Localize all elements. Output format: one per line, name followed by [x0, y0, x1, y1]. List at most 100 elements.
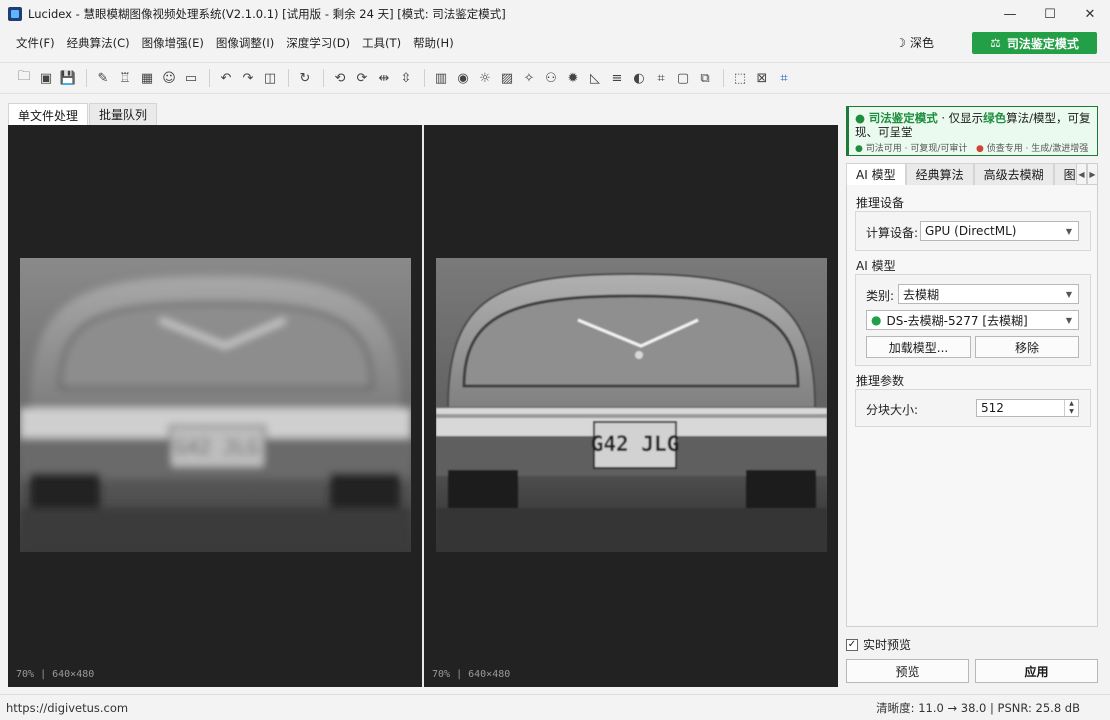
levels-icon[interactable]: ◺: [585, 68, 605, 88]
tab-ai-model[interactable]: AI 模型: [846, 163, 906, 185]
realtime-preview-checkbox[interactable]: ✓: [846, 638, 858, 651]
magic-wand-icon[interactable]: ✎: [93, 68, 113, 88]
toolbar-divider: [424, 69, 425, 87]
contrast-icon[interactable]: ◐: [629, 68, 649, 88]
red-dot-icon: ●: [975, 144, 984, 154]
window-title: Lucidex - 慧眼模糊图像视频处理系统(V2.1.0.1) [试用版 - …: [28, 7, 506, 21]
chevron-down-icon: ▼: [1065, 316, 1072, 325]
realtime-preview-label: 实时预览: [863, 638, 912, 652]
tab-scroll-right-icon[interactable]: ▶: [1087, 163, 1098, 185]
forensic-mode-button[interactable]: ⚖ 司法鉴定模式: [972, 32, 1097, 54]
crop-apply-icon[interactable]: ⌗: [774, 68, 794, 88]
face-icon[interactable]: ☺: [159, 68, 179, 88]
image-icon[interactable]: ▨: [497, 68, 517, 88]
open-folder-icon[interactable]: 🗀: [14, 68, 34, 88]
compute-device-select[interactable]: GPU (DirectML) ▼: [920, 221, 1079, 241]
menu-tools[interactable]: 工具(T): [356, 35, 407, 51]
tab-batch-queue[interactable]: 批量队列: [89, 103, 158, 125]
spinbox-arrows-icon[interactable]: ▲ ▼: [1064, 400, 1078, 416]
dark-theme-toggle[interactable]: ☽ 深色: [895, 34, 934, 51]
scales-icon: ⚖: [990, 36, 1001, 50]
color-wheel-icon[interactable]: ◉: [453, 68, 473, 88]
banner-mode-name: 司法鉴定模式: [868, 111, 938, 125]
trophy-icon[interactable]: ♖: [115, 68, 135, 88]
rotate-right-icon[interactable]: ⟳: [352, 68, 372, 88]
green-dot-icon: ●: [855, 111, 866, 125]
title-bar: Lucidex - 慧眼模糊图像视频处理系统(V2.1.0.1) [试用版 - …: [0, 0, 1110, 28]
blurred-car-svg: G42 JLG: [20, 258, 411, 552]
minimize-button[interactable]: —: [990, 0, 1030, 28]
compute-device-value: GPU (DirectML): [925, 224, 1017, 238]
clear-selection-icon[interactable]: ⊠: [752, 68, 772, 88]
maximize-button[interactable]: ☐: [1030, 0, 1070, 28]
preview-button[interactable]: 预览: [846, 659, 969, 683]
flip-vertical-icon[interactable]: ⇳: [396, 68, 416, 88]
left-tabs: 单文件处理 批量队列: [8, 103, 158, 126]
tab-scroll-left-icon[interactable]: ◀: [1076, 163, 1087, 185]
exposure-icon[interactable]: ✹: [563, 68, 583, 88]
moon-icon: ☽: [895, 35, 906, 50]
green-dot-icon: ●: [855, 144, 863, 154]
ai-model-title: AI 模型: [856, 259, 896, 273]
menu-classic-algorithms[interactable]: 经典算法(C): [61, 35, 136, 51]
menu-image-enhance[interactable]: 图像增强(E): [136, 35, 210, 51]
brightness-icon[interactable]: ☼: [475, 68, 495, 88]
deblurred-car-svg: G42 JLG: [436, 258, 827, 552]
menu-bar: 文件(F) 经典算法(C) 图像增强(E) 图像调整(I) 深度学习(D) 工具…: [0, 30, 1110, 56]
undo-icon[interactable]: ↶: [216, 68, 236, 88]
tab-single-file[interactable]: 单文件处理: [8, 103, 89, 126]
deblurred-car-image: G42 JLG: [436, 258, 827, 552]
apply-button[interactable]: 应用: [975, 659, 1098, 683]
model-select[interactable]: ● DS-去模糊-5277 [去模糊] ▼: [866, 310, 1079, 330]
layers-icon[interactable]: ⧉: [695, 68, 715, 88]
compute-device-label: 计算设备:: [866, 226, 919, 240]
tab-advanced-deblur[interactable]: 高级去模糊: [973, 163, 1054, 185]
histogram-icon[interactable]: ▥: [431, 68, 451, 88]
chevron-down-icon: ▼: [1065, 290, 1072, 299]
window-controls: — ☐ ✕: [990, 0, 1110, 28]
flip-horizontal-icon[interactable]: ⇹: [374, 68, 394, 88]
denoise-icon[interactable]: ✧: [519, 68, 539, 88]
blurred-car-image: G42 JLG: [20, 258, 411, 552]
redo-icon[interactable]: ↷: [238, 68, 258, 88]
forensic-mode-banner: ● 司法鉴定模式 · 仅显示绿色算法/模型，可复现、可呈堂 ● 司法可用 · 可…: [846, 106, 1098, 156]
banner-legend: ● 司法可用 · 可复现/可审计 ● 侦查专用 · 生成/激进增强: [855, 141, 1091, 154]
align-icon[interactable]: ≡: [607, 68, 627, 88]
legend-court-usable: 司法可用 · 可复现/可审计: [865, 144, 968, 154]
split-view-icon[interactable]: ◫: [260, 68, 280, 88]
channels-icon[interactable]: ⚇: [541, 68, 561, 88]
menu-deep-learning[interactable]: 深度学习(D): [280, 35, 356, 51]
original-image-viewer[interactable]: G42 JLG 70% | 640×480: [8, 125, 422, 687]
svg-text:G42 JLG: G42 JLG: [591, 432, 680, 456]
processed-image-viewer[interactable]: G42 JLG 70% | 640×480: [424, 125, 838, 687]
compare-grid-icon[interactable]: ▦: [137, 68, 157, 88]
menu-file[interactable]: 文件(F): [10, 35, 61, 51]
menu-image-adjust[interactable]: 图像调整(I): [210, 35, 280, 51]
banner-desc-pre: 仅显示: [948, 111, 984, 125]
category-select[interactable]: 去模糊 ▼: [898, 284, 1079, 304]
zoom-size-readout: 70% | 640×480: [16, 669, 95, 680]
remove-model-button[interactable]: 移除: [975, 336, 1079, 358]
save-icon[interactable]: 💾: [58, 68, 78, 88]
load-model-button[interactable]: 加载模型...: [866, 336, 971, 358]
status-url[interactable]: https://digivetus.com: [6, 701, 128, 715]
open-video-icon[interactable]: ▣: [36, 68, 56, 88]
refresh-icon[interactable]: ↻: [295, 68, 315, 88]
tab-classic-algorithms[interactable]: 经典算法: [905, 163, 974, 185]
banner-desc-green: 绿色: [983, 111, 1007, 125]
menu-help[interactable]: 帮助(H): [407, 35, 460, 51]
category-label: 类别:: [866, 289, 895, 303]
crop-icon[interactable]: ⌗: [651, 68, 671, 88]
right-panel-tabs: AI 模型 经典算法 高级去模糊 图像 ◀ ▶: [846, 163, 1098, 185]
tile-size-spinbox[interactable]: 512 ▲ ▼: [976, 399, 1079, 417]
banner-description: ● 司法鉴定模式 · 仅显示绿色算法/模型，可复现、可呈堂: [855, 111, 1091, 139]
license-plate-icon[interactable]: ▭: [181, 68, 201, 88]
legend-investigation-only: 侦查专用 · 生成/激进增强: [986, 144, 1089, 154]
close-button[interactable]: ✕: [1070, 0, 1110, 28]
tab-scroll-arrows: ◀ ▶: [1076, 163, 1098, 185]
frame-icon[interactable]: ▢: [673, 68, 693, 88]
rotate-left-icon[interactable]: ⟲: [330, 68, 350, 88]
category-value: 去模糊: [903, 287, 940, 302]
banner-separator: ·: [937, 111, 949, 125]
select-area-icon[interactable]: ⬚: [730, 68, 750, 88]
